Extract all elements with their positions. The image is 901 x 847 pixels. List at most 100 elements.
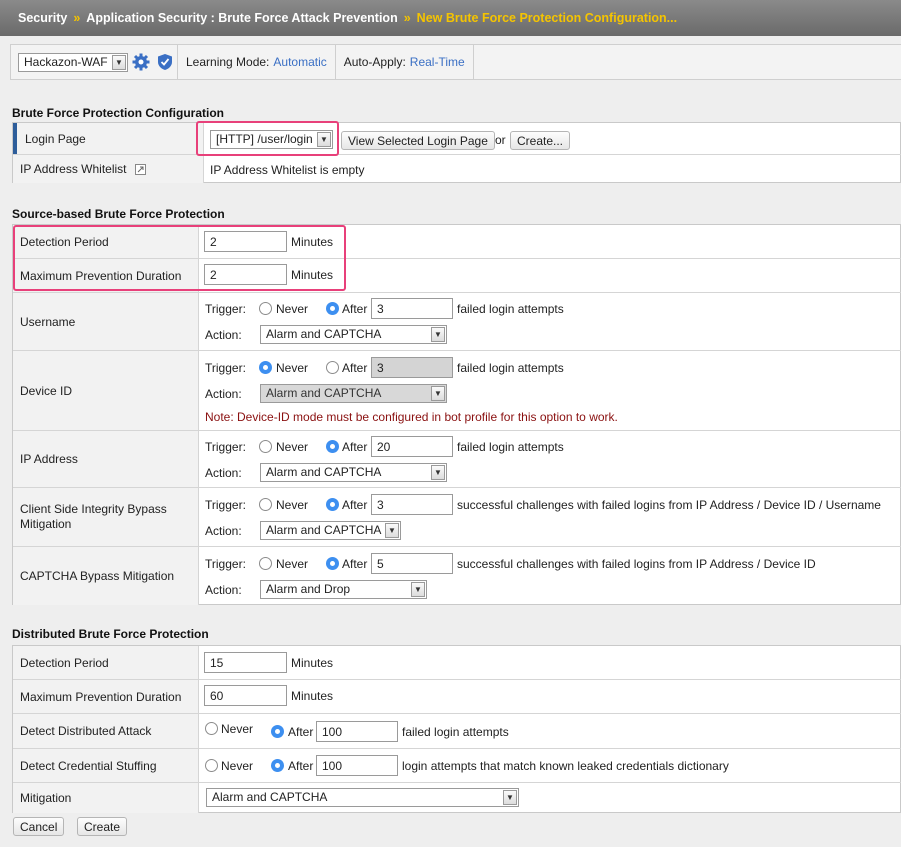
chevron-down-icon: ▼ (503, 790, 517, 805)
breadcrumb-separator: » (73, 11, 81, 25)
mitigation-value: Alarm and CAPTCHA (212, 790, 328, 804)
captcha-after-radio[interactable] (326, 557, 339, 570)
captcha-never-radio[interactable] (259, 557, 272, 570)
device-id-count-input[interactable]: 3 (371, 357, 453, 378)
action-label: Action: (205, 328, 242, 342)
ip-never-radio[interactable] (259, 440, 272, 453)
trigger-label: Trigger: (205, 440, 246, 454)
dist-detection-period-label: Detection Period (13, 646, 199, 679)
chevron-down-icon: ▼ (112, 55, 126, 70)
mitigation-row: Mitigation Alarm and CAPTCHA ▼ (13, 782, 901, 813)
captcha-bypass-row: CAPTCHA Bypass Mitigation Trigger: Never… (13, 546, 901, 605)
policy-select-value: Hackazon-WAF (24, 55, 108, 69)
username-count-input[interactable]: 3 (371, 298, 453, 319)
device-id-action-select[interactable]: Alarm and CAPTCHA ▼ (260, 384, 447, 403)
whitelist-label: IP Address Whitelist (13, 155, 204, 183)
distributed-table: Detection Period 15 Minutes Maximum Prev… (12, 645, 901, 813)
breadcrumb-brute-force[interactable]: Application Security : Brute Force Attac… (86, 11, 397, 25)
breadcrumb-current: New Brute Force Protection Configuration… (416, 11, 678, 25)
after-label: After (342, 302, 368, 316)
detect-attack-count-input[interactable]: 100 (316, 721, 398, 742)
client-side-after-radio[interactable] (326, 498, 339, 511)
create-login-page-button[interactable]: Create... (510, 131, 571, 150)
action-label: Action: (205, 387, 242, 401)
ip-action-value: Alarm and CAPTCHA (266, 465, 382, 479)
credential-suffix: login attempts that match known leaked c… (402, 759, 729, 773)
client-side-row: Client Side Integrity Bypass Mitigation … (13, 487, 901, 546)
whitelist-row: IP Address Whitelist IP Address Whitelis… (13, 154, 901, 183)
source-max-prevention-input[interactable]: 2 (204, 264, 287, 285)
captcha-action-select[interactable]: Alarm and Drop ▼ (260, 580, 427, 599)
ip-action-select[interactable]: Alarm and CAPTCHA ▼ (260, 463, 447, 482)
trigger-label: Trigger: (205, 557, 246, 571)
detect-attack-never-radio[interactable] (205, 722, 218, 735)
breadcrumb: Security » Application Security : Brute Fo… (0, 0, 901, 36)
policy-selector-cell: Hackazon-WAF ▼ (11, 45, 178, 79)
never-label: Never (276, 361, 309, 375)
after-label: After (342, 440, 368, 454)
never-label: Never (276, 440, 309, 454)
gear-icon[interactable] (132, 53, 150, 71)
external-link-icon[interactable] (134, 163, 146, 175)
after-label: After (342, 361, 368, 375)
minutes-text: Minutes (291, 268, 334, 282)
dist-detection-period-row: Detection Period 15 Minutes (13, 646, 901, 679)
create-button[interactable]: Create (77, 817, 128, 836)
credential-after-radio[interactable] (271, 759, 284, 772)
dist-max-prevention-input[interactable]: 60 (204, 685, 287, 706)
login-page-row: Login Page [HTTP] /user/login ▼ View Sel… (13, 123, 901, 154)
auto-apply-label: Auto-Apply: (343, 55, 406, 69)
view-login-page-button[interactable]: View Selected Login Page (341, 131, 495, 150)
device-id-label: Device ID (13, 351, 199, 430)
username-never-radio[interactable] (259, 302, 272, 315)
after-label: After (288, 759, 314, 773)
client-side-action-select[interactable]: Alarm and CAPTCHA ▼ (260, 521, 401, 540)
device-id-never-radio[interactable] (259, 361, 272, 374)
learning-mode: Learning Mode: Automatic (178, 45, 336, 79)
ip-address-label: IP Address (13, 431, 199, 487)
mitigation-select[interactable]: Alarm and CAPTCHA ▼ (206, 788, 519, 807)
ip-after-radio[interactable] (326, 440, 339, 453)
login-page-label: Login Page (13, 123, 204, 154)
credential-stuffing-row: Detect Credential Stuffing Never After 1… (13, 748, 901, 782)
device-id-after-radio[interactable] (326, 361, 339, 374)
ip-count-input[interactable]: 20 (371, 436, 453, 457)
dist-detection-period-input[interactable]: 15 (204, 652, 287, 673)
cancel-button[interactable]: Cancel (13, 817, 65, 836)
detect-attack-row: Detect Distributed Attack Never After 10… (13, 713, 901, 748)
login-page-select[interactable]: [HTTP] /user/login ▼ (210, 130, 333, 149)
minutes-text: Minutes (291, 656, 334, 670)
never-label: Never (221, 759, 254, 773)
detect-attack-label: Detect Distributed Attack (13, 714, 199, 748)
username-action-value: Alarm and CAPTCHA (266, 327, 382, 341)
source-detection-period-input[interactable]: 2 (204, 231, 287, 252)
credential-count-input[interactable]: 100 (316, 755, 398, 776)
source-max-prevention-label: Maximum Prevention Duration (13, 259, 199, 292)
credential-never-radio[interactable] (205, 759, 218, 772)
username-after-radio[interactable] (326, 302, 339, 315)
chevron-down-icon: ▼ (317, 132, 331, 147)
policy-select[interactable]: Hackazon-WAF ▼ (18, 53, 128, 72)
never-label: Never (276, 302, 309, 316)
learning-mode-link[interactable]: Automatic (273, 55, 326, 69)
shield-icon[interactable] (157, 53, 173, 71)
never-label: Never (276, 557, 309, 571)
trigger-label: Trigger: (205, 302, 246, 316)
auto-apply: Auto-Apply: Real-Time (336, 45, 474, 79)
chevron-down-icon: ▼ (411, 582, 425, 597)
username-action-select[interactable]: Alarm and CAPTCHA ▼ (260, 325, 447, 344)
client-side-count-input[interactable]: 3 (371, 494, 453, 515)
breadcrumb-separator: » (403, 11, 411, 25)
detect-attack-after-radio[interactable] (271, 725, 284, 738)
section-title-bfp: Brute Force Protection Configuration (12, 106, 225, 120)
device-id-row: Device ID Trigger: Never After 3 failed … (13, 350, 901, 430)
client-side-never-radio[interactable] (259, 498, 272, 511)
mitigation-label: Mitigation (13, 783, 199, 813)
breadcrumb-security[interactable]: Security (18, 11, 67, 25)
auto-apply-link[interactable]: Real-Time (410, 55, 465, 69)
captcha-count-input[interactable]: 5 (371, 553, 453, 574)
username-label: Username (13, 293, 199, 350)
device-id-action-value: Alarm and CAPTCHA (266, 386, 382, 400)
minutes-text: Minutes (291, 235, 334, 249)
whitelist-label-text: IP Address Whitelist (20, 162, 127, 176)
